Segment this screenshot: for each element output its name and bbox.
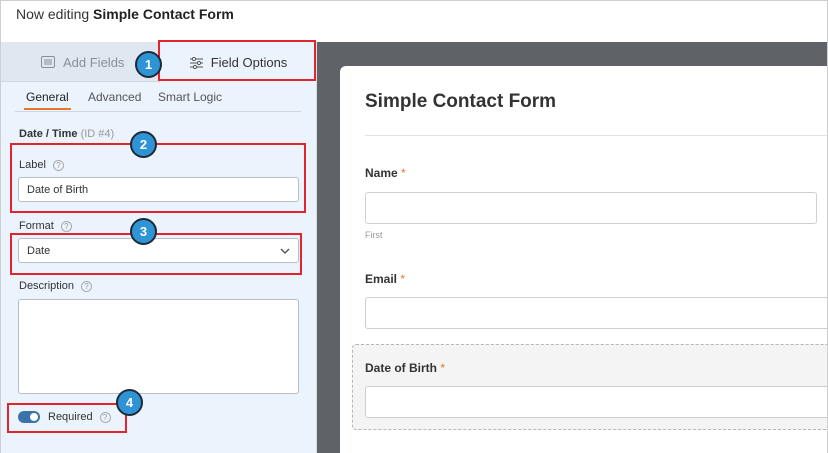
dob-input[interactable]	[365, 386, 827, 418]
label-input[interactable]: Date of Birth	[18, 177, 299, 202]
form-preview-area: Simple Contact Form Name * First Email *…	[317, 42, 828, 453]
editing-title: Now editing Simple Contact Form	[16, 6, 234, 22]
name-field-label: Name *	[365, 166, 406, 180]
tab-field-options[interactable]: Field Options	[159, 42, 316, 83]
chevron-down-icon	[280, 246, 290, 258]
tab-add-fields[interactable]: Add Fields	[41, 42, 124, 82]
email-field-label: Email *	[365, 272, 405, 286]
editing-form-name: Simple Contact Form	[93, 6, 234, 22]
callout-badge-3: 3	[130, 218, 157, 245]
description-title-text: Description	[19, 280, 75, 292]
help-icon[interactable]: ?	[52, 159, 64, 171]
required-asterisk: *	[400, 272, 406, 286]
email-input[interactable]	[365, 297, 827, 329]
subtab-general[interactable]: General	[24, 90, 71, 110]
name-first-sublabel: First	[365, 230, 383, 240]
help-icon[interactable]: ?	[81, 280, 93, 292]
description-option-title: Description ?	[19, 280, 93, 292]
name-field-label-text: Name	[365, 166, 398, 180]
required-asterisk: *	[401, 166, 406, 180]
form-preview-card: Simple Contact Form Name * First Email *…	[340, 66, 827, 453]
callout-badge-1: 1	[135, 51, 162, 78]
format-title-text: Format	[19, 220, 54, 232]
dob-field-label: Date of Birth *	[365, 361, 445, 375]
top-bar: Now editing Simple Contact Form	[0, 0, 828, 42]
format-select-value: Date	[27, 245, 51, 257]
label-title-text: Label	[19, 159, 46, 171]
subtab-smart-logic[interactable]: Smart Logic	[158, 90, 222, 104]
dob-field-label-text: Date of Birth	[365, 361, 437, 375]
divider	[365, 135, 827, 136]
list-icon	[41, 56, 55, 68]
callout-badge-2: 2	[130, 131, 157, 158]
required-label: Required	[48, 411, 93, 423]
label-option-title: Label ?	[19, 159, 64, 171]
required-toggle-row: Required ?	[18, 411, 111, 423]
callout-badge-4: 4	[116, 389, 143, 416]
field-id: (ID #4)	[80, 128, 115, 140]
help-icon[interactable]: ?	[60, 220, 72, 232]
sub-tabs: General Advanced Smart Logic	[15, 90, 301, 112]
required-asterisk: *	[440, 361, 446, 375]
email-field-label-text: Email	[365, 272, 398, 286]
tab-add-fields-label: Add Fields	[63, 54, 125, 70]
field-type-label: Date / Time	[19, 128, 78, 140]
subtab-advanced[interactable]: Advanced	[88, 90, 141, 104]
field-options-panel: Add Fields Field Options General Advance…	[0, 42, 317, 453]
tab-field-options-label: Field Options	[210, 55, 288, 70]
form-title: Simple Contact Form	[365, 91, 557, 112]
format-option-title: Format ?	[19, 220, 72, 232]
field-type-heading: Date / Time (ID #4)	[19, 128, 114, 140]
sliders-icon	[189, 56, 203, 69]
name-first-input[interactable]	[365, 192, 817, 224]
format-select[interactable]: Date	[18, 238, 299, 263]
required-toggle[interactable]	[18, 411, 40, 423]
description-textarea[interactable]	[18, 299, 299, 394]
help-icon[interactable]: ?	[99, 411, 111, 423]
label-input-value: Date of Birth	[27, 184, 89, 196]
editing-prefix: Now editing	[16, 6, 90, 22]
